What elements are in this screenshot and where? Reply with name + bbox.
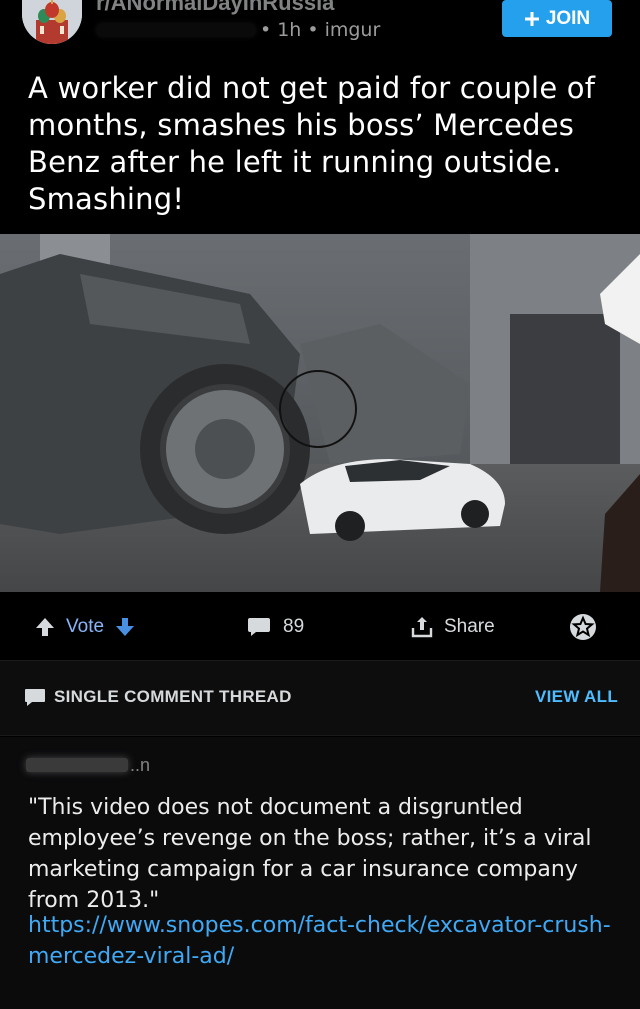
post-header: r/ANormalDayInRussia • 1h • imgur JOIN	[0, 0, 640, 60]
view-all-button[interactable]: VIEW ALL	[535, 687, 618, 707]
redacted-username	[96, 23, 256, 37]
post-media[interactable]	[0, 234, 640, 592]
comments-button[interactable]: 89	[247, 605, 304, 649]
subreddit-name[interactable]: r/ANormalDayInRussia	[96, 0, 334, 14]
comment-thread-bar: SINGLE COMMENT THREAD VIEW ALL	[0, 660, 640, 736]
downvote-icon[interactable]	[114, 616, 136, 638]
comment-author[interactable]: ..n	[26, 752, 150, 778]
upvote-icon[interactable]	[34, 616, 56, 638]
thread-comment-icon	[25, 689, 45, 706]
join-button[interactable]: JOIN	[502, 0, 612, 37]
author-suffix: ..n	[130, 754, 151, 775]
plus-icon	[524, 11, 539, 26]
comment-icon	[248, 618, 270, 636]
post-age: 1h	[277, 19, 302, 41]
post-meta: • 1h • imgur	[96, 18, 380, 42]
comment-body: "This video does not document a disgrunt…	[28, 795, 592, 913]
award-button[interactable]	[568, 605, 598, 649]
thread-label: SINGLE COMMENT THREAD	[54, 687, 292, 706]
subreddit-avatar[interactable]	[22, 0, 82, 44]
vote-group: Vote	[34, 605, 136, 649]
share-icon	[411, 617, 433, 638]
share-button[interactable]: Share	[410, 605, 495, 649]
comment-link[interactable]: https://www.snopes.com/fact-check/excava…	[28, 910, 620, 972]
meta-separator: •	[260, 19, 272, 41]
action-bar: Vote 89 Share	[0, 605, 640, 649]
post-title[interactable]: A worker did not get paid for couple of …	[28, 70, 628, 218]
share-label: Share	[444, 616, 495, 637]
award-icon	[570, 614, 596, 640]
vote-label: Vote	[66, 616, 105, 637]
comment: ..n "This video does not document a disg…	[0, 737, 640, 1009]
post-domain[interactable]: imgur	[325, 19, 381, 41]
join-label: JOIN	[545, 7, 591, 29]
redacted-author	[26, 758, 128, 772]
meta-separator-2: •	[307, 19, 319, 41]
comment-count: 89	[283, 616, 305, 637]
